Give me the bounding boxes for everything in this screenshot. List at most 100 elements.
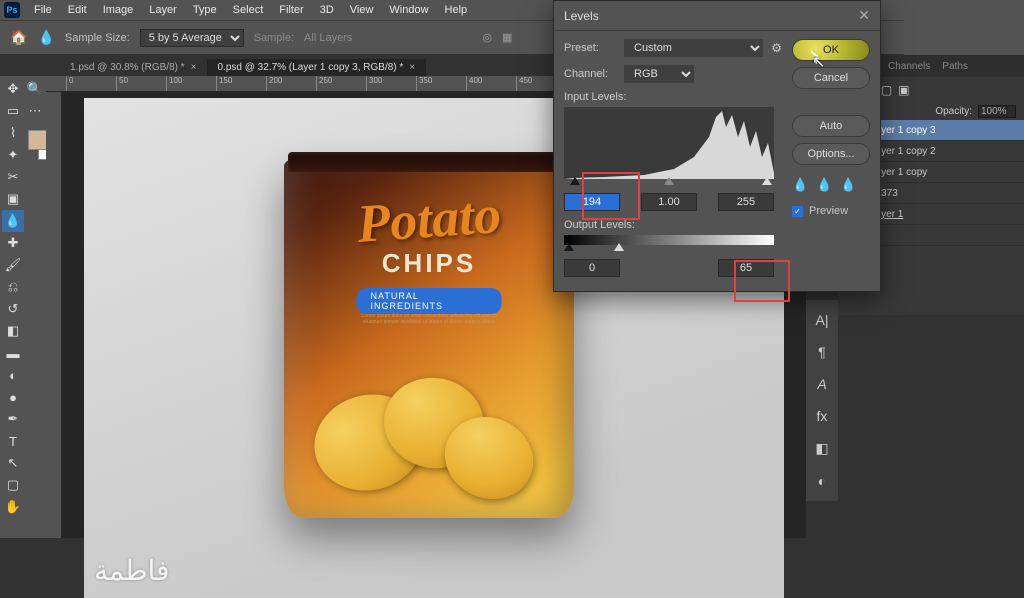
move-tool[interactable]: ✥ [2,78,24,100]
watermark: فاطمة [94,554,169,588]
eyedropper-tool[interactable]: 💧 [2,210,24,232]
character-panel-icon[interactable]: A| [816,312,829,328]
menu-edit[interactable]: Edit [60,2,95,18]
menu-3d[interactable]: 3D [312,2,342,18]
opacity-label: Opacity: [935,106,972,117]
path-tool[interactable]: ↖ [2,452,24,474]
home-icon[interactable]: 🏠 [10,29,27,46]
preset-select[interactable]: Custom [624,39,763,57]
white-point-slider[interactable] [762,177,772,185]
preset-label: Preset: [564,42,616,54]
document-tab[interactable]: 0.psd @ 32.7% (Layer 1 copy 3, RGB/8) *× [208,59,427,76]
preview-label: Preview [809,205,848,217]
sample-label: Sample: [254,32,294,44]
menu-type[interactable]: Type [185,2,225,18]
marquee-tool[interactable]: ▭ [2,100,24,122]
ok-button[interactable]: OK [792,39,870,61]
adjustments-panel-icon[interactable]: ◐ [818,473,826,489]
output-black-field[interactable] [564,259,620,277]
dialog-titlebar[interactable]: Levels ✕ [554,1,880,31]
input-white-field[interactable] [718,193,774,211]
menu-filter[interactable]: Filter [271,2,311,18]
levels-dialog: Levels ✕ Preset: Custom ⚙ Channel: RGB I… [553,0,881,292]
styles-panel-icon[interactable]: fx [817,408,828,424]
glyphs-panel-icon[interactable]: A [817,376,826,392]
menu-select[interactable]: Select [225,2,272,18]
gradient-tool[interactable]: ▬ [2,342,24,364]
eraser-tool[interactable]: ◧ [2,320,24,342]
eyedropper-icon[interactable]: 💧 [37,29,54,46]
input-black-field[interactable] [564,193,620,211]
chips-bag-mockup: Potato CHIPS NATURAL INGREDIENTS Lorem i… [284,158,574,518]
cancel-button[interactable]: Cancel [792,67,870,89]
document-tab[interactable]: 1.psd @ 30.8% (RGB/8) *× [60,59,208,76]
menu-image[interactable]: Image [95,2,142,18]
bag-badge: NATURAL INGREDIENTS [357,288,502,314]
filter-smart-icon[interactable]: ▣ [898,83,909,97]
output-gradient [564,235,774,245]
history-brush-tool[interactable]: ↺ [2,298,24,320]
type-tool[interactable]: T [2,430,24,452]
filter-shape-icon[interactable]: ▢ [881,83,892,97]
output-white-field[interactable] [718,259,774,277]
top-right-controls [904,0,1024,55]
wand-tool[interactable]: ✦ [2,144,24,166]
menu-help[interactable]: Help [437,2,476,18]
tab-channels[interactable]: Channels [888,61,930,72]
dialog-title: Levels [564,9,599,23]
opacity-input[interactable] [978,105,1016,118]
dodge-tool[interactable]: ● [2,386,24,408]
grid-icon[interactable]: ▦ [502,31,512,44]
white-eyedropper-icon[interactable]: 💧 [840,177,856,193]
output-levels-label: Output Levels: [564,219,782,231]
auto-button[interactable]: Auto [792,115,870,137]
black-eyedropper-icon[interactable]: 💧 [792,177,808,193]
close-tab-icon[interactable]: × [191,62,197,73]
paragraph-panel-icon[interactable]: ¶ [818,344,826,360]
crop-tool[interactable]: ✂ [2,166,24,188]
sample-size-select[interactable]: 5 by 5 Average [140,29,244,47]
histogram [564,107,774,179]
blur-tool[interactable]: ◐ [2,364,24,386]
gray-eyedropper-icon[interactable]: 💧 [816,177,832,193]
brush-tool[interactable]: 🖌 [2,254,24,276]
input-levels-label: Input Levels: [564,91,782,103]
gear-icon[interactable]: ⚙ [771,41,782,55]
tab-paths[interactable]: Paths [942,61,968,72]
shape-tool[interactable]: ▢ [2,474,24,496]
options-button[interactable]: Options... [792,143,870,165]
menu-window[interactable]: Window [381,2,436,18]
rings-icon[interactable]: ◎ [482,31,492,44]
properties-panel-icon[interactable]: ◧ [815,440,828,457]
output-white-slider[interactable] [614,243,624,251]
sample-size-label: Sample Size: [65,32,130,44]
heal-tool[interactable]: ✚ [2,232,24,254]
midtone-slider[interactable] [664,177,674,185]
menu-layer[interactable]: Layer [141,2,185,18]
frame-tool[interactable]: ▣ [2,188,24,210]
sample-value: All Layers [304,32,352,44]
channel-label: Channel: [564,68,616,80]
close-icon[interactable]: ✕ [858,7,870,24]
bag-description: Lorem ipsum dolor sit amet consectetur a… [354,313,504,325]
app-logo: Ps [4,2,20,18]
stamp-tool[interactable]: ⎌ [2,276,24,298]
input-sliders[interactable] [564,179,774,189]
zoom-tool[interactable]: 🔍 [24,78,46,100]
eyedropper-row: 💧 💧 💧 [792,177,870,193]
lasso-tool[interactable]: ⌇ [2,122,24,144]
channel-select[interactable]: RGB [624,65,694,83]
more-tool[interactable]: ⋯ [24,100,46,122]
output-sliders[interactable] [564,245,774,255]
hand-tool[interactable]: ✋ [2,496,24,518]
input-gamma-field[interactable] [641,193,697,211]
cursor-icon: ↖ [812,52,825,72]
bag-title-sub: CHIPS [284,248,574,279]
menu-file[interactable]: File [26,2,60,18]
pen-tool[interactable]: ✒ [2,408,24,430]
close-tab-icon[interactable]: × [409,62,415,73]
output-black-slider[interactable] [564,243,574,251]
menu-view[interactable]: View [342,2,382,18]
preview-checkbox[interactable]: ✓ Preview [792,205,870,217]
black-point-slider[interactable] [570,177,580,185]
